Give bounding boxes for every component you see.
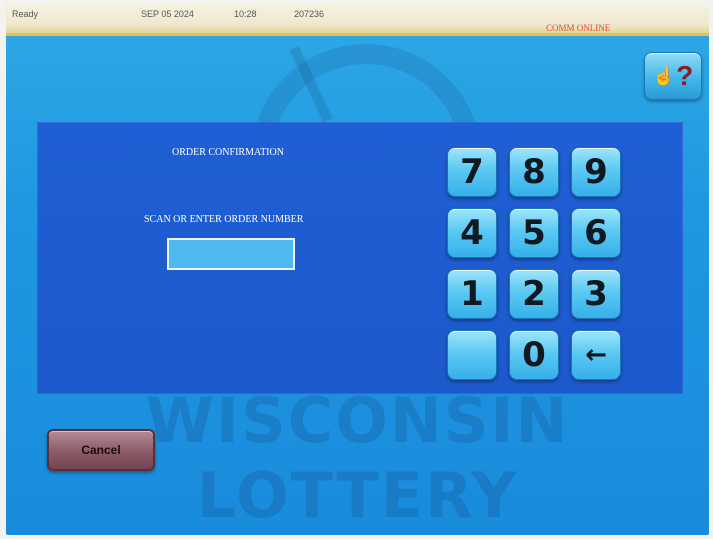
key-9[interactable]: 9 xyxy=(571,147,621,197)
order-number-input[interactable] xyxy=(167,238,295,270)
connection-status: COMM ONLINE xyxy=(546,23,611,33)
terminal-screen: Ready SEP 05 2024 10:28 207236 COMM ONLI… xyxy=(6,4,709,535)
cancel-button[interactable]: Cancel xyxy=(47,429,155,471)
dialog-title: ORDER CONFIRMATION xyxy=(172,147,284,158)
hand-pointer-icon: ☝ xyxy=(652,65,676,86)
key-blank[interactable] xyxy=(447,330,497,380)
status-state: Ready xyxy=(12,9,39,19)
key-2[interactable]: 2 xyxy=(509,269,559,319)
backspace-key[interactable]: ← xyxy=(571,330,621,380)
help-button[interactable]: ☝ ? xyxy=(644,52,702,100)
key-1[interactable]: 1 xyxy=(447,269,497,319)
status-bar: Ready SEP 05 2024 10:28 207236 COMM ONLI… xyxy=(6,4,709,36)
key-3[interactable]: 3 xyxy=(571,269,621,319)
key-5[interactable]: 5 xyxy=(509,208,559,258)
key-7[interactable]: 7 xyxy=(447,147,497,197)
status-id: 207236 xyxy=(294,9,325,19)
key-4[interactable]: 4 xyxy=(447,208,497,258)
order-confirmation-panel: ORDER CONFIRMATION SCAN OR ENTER ORDER N… xyxy=(37,122,683,394)
key-0[interactable]: 0 xyxy=(509,330,559,380)
backspace-arrow-icon: ← xyxy=(585,340,607,370)
status-date: SEP 05 2024 xyxy=(141,9,194,19)
question-mark-icon: ? xyxy=(676,60,694,91)
key-8[interactable]: 8 xyxy=(509,147,559,197)
order-prompt: SCAN OR ENTER ORDER NUMBER xyxy=(144,214,304,225)
status-time: 10:28 xyxy=(234,9,257,19)
key-6[interactable]: 6 xyxy=(571,208,621,258)
